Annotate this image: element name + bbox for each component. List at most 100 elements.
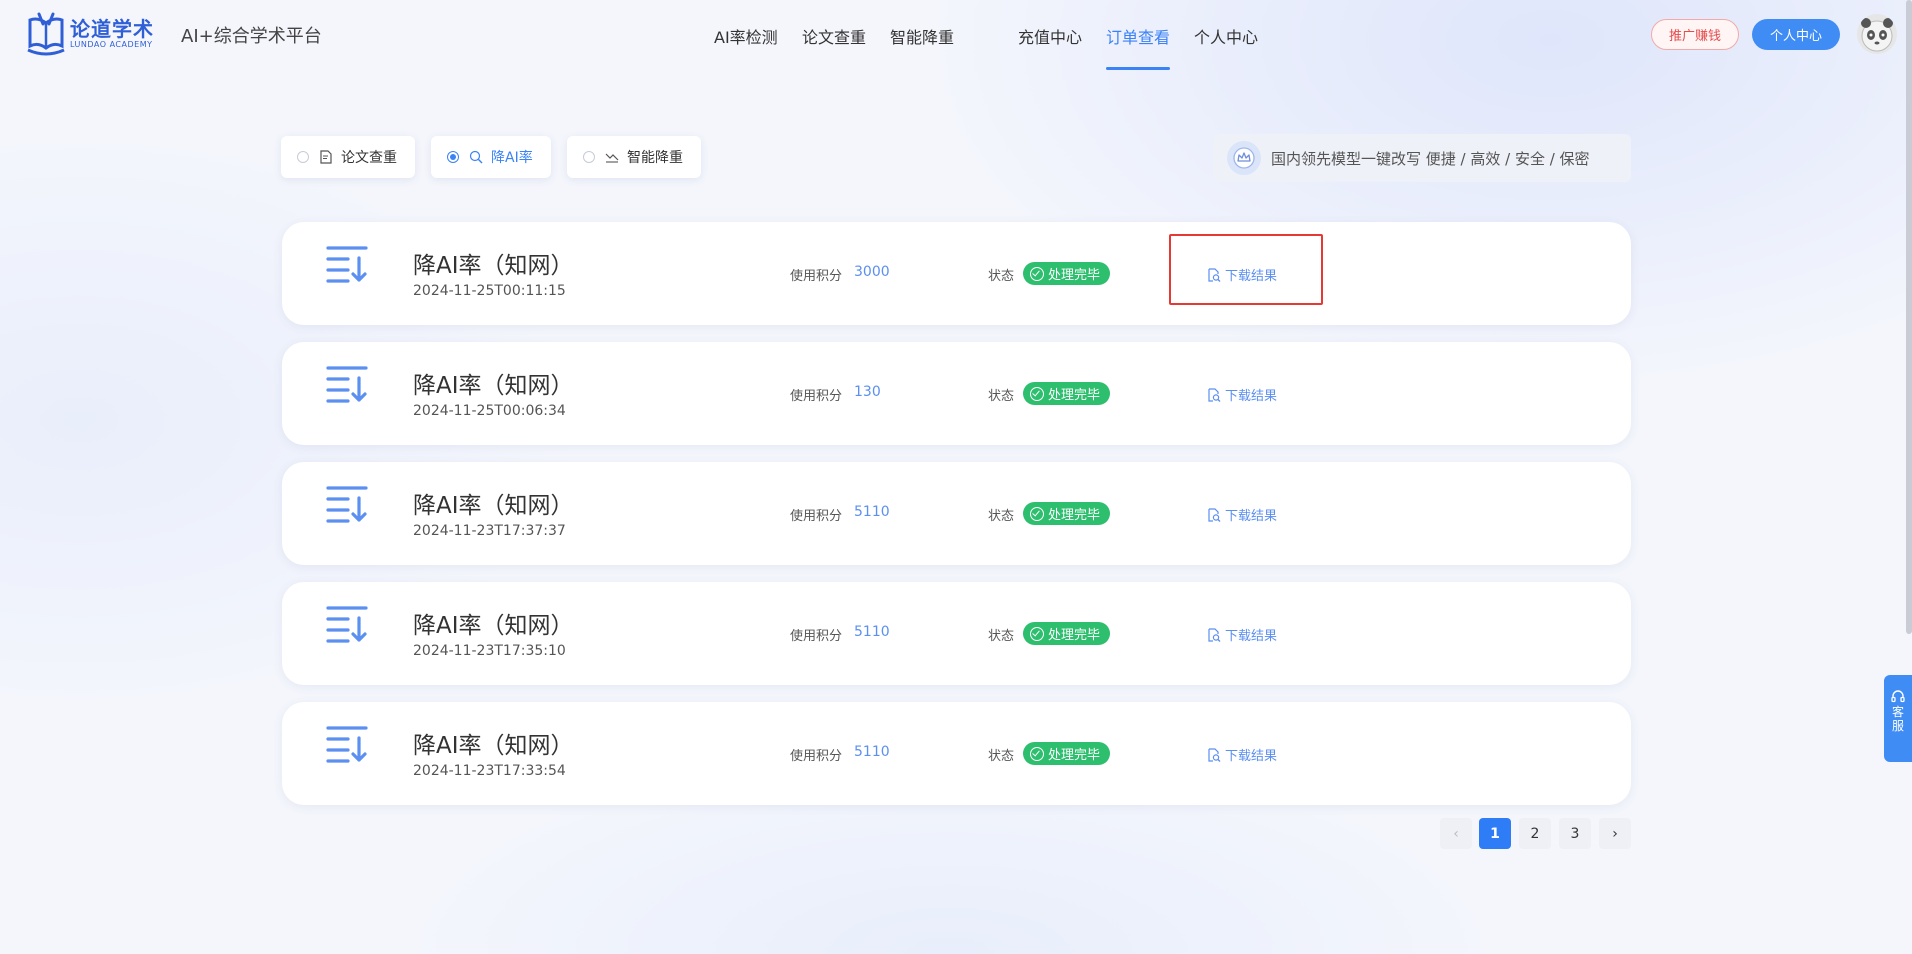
order-title: 降AI率（知网） xyxy=(413,493,574,519)
trend-down-icon xyxy=(605,153,619,163)
sort-descending-icon xyxy=(326,486,368,523)
book-logo-icon xyxy=(27,12,65,56)
pagination-prev-button[interactable]: ‹ xyxy=(1440,818,1472,849)
points-label: 使用积分 xyxy=(790,749,843,764)
pagination-page-3[interactable]: 3 xyxy=(1559,818,1591,849)
points-value: 5110 xyxy=(854,504,890,520)
points-value: 5110 xyxy=(854,624,890,640)
check-circle-icon xyxy=(1030,506,1044,521)
check-circle-icon xyxy=(1030,386,1044,401)
points-label: 使用积分 xyxy=(790,509,843,524)
nav-profile[interactable]: 个人中心 xyxy=(1194,24,1258,48)
ai-search-icon xyxy=(469,150,483,164)
filter-plagiarism-label: 论文查重 xyxy=(341,150,397,166)
order-card: 降AI率（知网） 2024-11-25T00:06:34 使用积分 130 状态 处理完毕… xyxy=(282,342,1631,445)
download-label: 下载结果 xyxy=(1225,749,1278,764)
order-title: 降AI率（知网） xyxy=(413,373,574,399)
check-circle-icon xyxy=(1030,266,1044,281)
service-label-1: 客 xyxy=(1891,705,1904,719)
status-badge: 处理完毕 xyxy=(1023,382,1111,405)
download-result-link[interactable]: 下载结果 xyxy=(1207,385,1277,404)
status-label: 状态 xyxy=(988,509,1015,524)
nav-orders[interactable]: 订单查看 xyxy=(1106,24,1170,48)
nav-plagiarism-check[interactable]: 论文查重 xyxy=(802,24,866,48)
status-text: 处理完毕 xyxy=(1048,268,1101,283)
status-badge: 处理完毕 xyxy=(1023,262,1111,285)
nav-ai-detect[interactable]: AI率检测 xyxy=(714,24,778,48)
points-value: 130 xyxy=(854,384,881,400)
filter-reduce-ai[interactable]: 降AI率 xyxy=(431,136,551,178)
points-label: 使用积分 xyxy=(790,389,843,404)
pagination-page-2[interactable]: 2 xyxy=(1519,818,1551,849)
nav-active-indicator xyxy=(1106,67,1170,70)
file-search-icon xyxy=(1208,387,1221,402)
radio-off-icon xyxy=(297,151,309,163)
points-value: 3000 xyxy=(854,264,890,280)
points-value: 5110 xyxy=(854,744,890,760)
nav-smart-rewrite[interactable]: 智能降重 xyxy=(890,24,954,48)
status-label: 状态 xyxy=(988,629,1015,644)
top-header: 论道学术 LUNDAO ACADEMY AI+综合学术平台 AI率检测 论文查重… xyxy=(0,0,1912,72)
filter-smart-rewrite-label: 智能降重 xyxy=(627,150,683,166)
logo-subname: LUNDAO ACADEMY xyxy=(70,40,153,49)
order-title: 降AI率（知网） xyxy=(413,613,574,639)
order-card: 降AI率（知网） 2024-11-23T17:35:10 使用积分 5110 状态 处理完… xyxy=(282,582,1631,685)
order-card: 降AI率（知网） 2024-11-23T17:33:54 使用积分 5110 状态 处理完… xyxy=(282,702,1631,805)
feature-banner: 国内领先模型一键改写 便捷 / 高效 / 安全 / 保密 xyxy=(1213,134,1631,182)
personal-center-button[interactable]: 个人中心 xyxy=(1752,19,1840,50)
status-text: 处理完毕 xyxy=(1048,388,1101,403)
order-date: 2024-11-25T00:11:15 xyxy=(413,283,566,299)
nav-recharge[interactable]: 充值中心 xyxy=(1018,24,1082,48)
brand-logo[interactable]: 论道学术 LUNDAO ACADEMY xyxy=(26,10,154,58)
points-label: 使用积分 xyxy=(790,629,843,644)
status-label: 状态 xyxy=(988,389,1015,404)
filter-smart-rewrite[interactable]: 智能降重 xyxy=(567,136,701,178)
status-label: 状态 xyxy=(988,269,1015,284)
filter-plagiarism[interactable]: 论文查重 xyxy=(281,136,415,178)
download-result-link[interactable]: 下载结果 xyxy=(1207,505,1277,524)
pagination-next-button[interactable]: › xyxy=(1599,818,1631,849)
download-result-link[interactable]: 下载结果 xyxy=(1207,625,1277,644)
order-card: 降AI率（知网） 2024-11-23T17:37:37 使用积分 5110 状态 处理完… xyxy=(282,462,1631,565)
panda-avatar-icon xyxy=(1861,18,1893,52)
status-text: 处理完毕 xyxy=(1048,628,1101,643)
check-circle-icon xyxy=(1030,746,1044,761)
check-circle-icon xyxy=(1030,626,1044,641)
status-text: 处理完毕 xyxy=(1048,748,1101,763)
service-label-2: 服 xyxy=(1891,719,1904,733)
order-date: 2024-11-25T00:06:34 xyxy=(413,403,566,419)
points-label: 使用积分 xyxy=(790,269,843,284)
banner-text: 国内领先模型一键改写 便捷 / 高效 / 安全 / 保密 xyxy=(1271,149,1590,168)
order-card: 降AI率（知网） 2024-11-25T00:11:15 使用积分 3000 状态 处理完… xyxy=(282,222,1631,325)
sort-descending-icon xyxy=(326,606,368,643)
status-text: 处理完毕 xyxy=(1048,508,1101,523)
customer-service-button[interactable]: 客 服 xyxy=(1884,675,1912,762)
crown-icon xyxy=(1227,141,1261,175)
document-check-icon xyxy=(320,150,332,164)
pagination-page-1[interactable]: 1 xyxy=(1479,818,1511,849)
sort-descending-icon xyxy=(326,726,368,763)
radio-selected-icon xyxy=(447,151,459,163)
page-scrollbar[interactable] xyxy=(1906,0,1912,634)
download-label: 下载结果 xyxy=(1225,509,1278,524)
highlighted-download-box xyxy=(1169,234,1323,305)
download-label: 下载结果 xyxy=(1225,389,1278,404)
logo-name: 论道学术 xyxy=(70,17,154,41)
promo-earn-button[interactable]: 推广赚钱 xyxy=(1651,19,1739,50)
download-label: 下载结果 xyxy=(1225,629,1278,644)
file-search-icon xyxy=(1208,507,1221,522)
order-date: 2024-11-23T17:37:37 xyxy=(413,523,566,539)
avatar[interactable] xyxy=(1857,14,1897,54)
file-search-icon xyxy=(1208,627,1221,642)
order-date: 2024-11-23T17:33:54 xyxy=(413,763,566,779)
headset-icon xyxy=(1891,690,1905,703)
download-result-link[interactable]: 下载结果 xyxy=(1207,745,1277,764)
status-badge: 处理完毕 xyxy=(1023,502,1111,525)
status-badge: 处理完毕 xyxy=(1023,742,1111,765)
filter-reduce-ai-label: 降AI率 xyxy=(491,150,533,166)
sort-descending-icon xyxy=(326,366,368,403)
order-title: 降AI率（知网） xyxy=(413,253,574,279)
order-title: 降AI率（知网） xyxy=(413,733,574,759)
platform-title: AI+综合学术平台 xyxy=(181,26,322,47)
sort-descending-icon xyxy=(326,246,368,283)
